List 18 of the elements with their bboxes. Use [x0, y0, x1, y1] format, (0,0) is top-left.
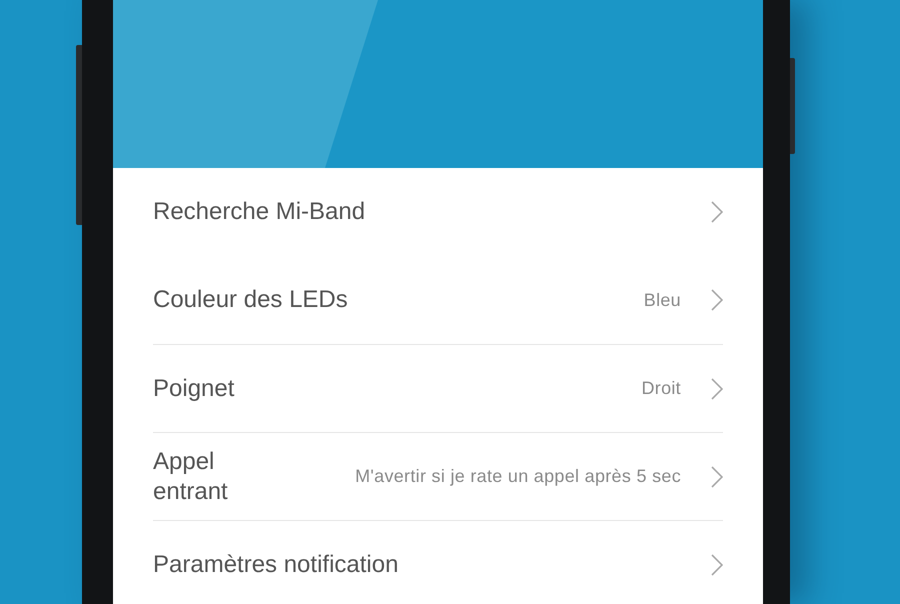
- settings-item[interactable]: Couleur des LEDs Bleu: [153, 256, 723, 344]
- item-label: Paramètres notification: [153, 550, 398, 580]
- item-label: Poignet: [153, 374, 234, 404]
- chevron-icon: [711, 466, 723, 488]
- item-value: Droit: [640, 378, 681, 399]
- chevron-icon: [711, 554, 723, 576]
- item-value: Bleu: [642, 290, 681, 310]
- item-label: Appel entrant: [153, 446, 229, 506]
- settings-item[interactable]: Paramètres notification: [153, 520, 723, 604]
- chevron-icon: [711, 289, 723, 311]
- chevron-icon: [711, 378, 723, 400]
- settings-item[interactable]: Recherche Mi-Band: [153, 168, 723, 256]
- chevron-icon: [711, 201, 723, 223]
- item-label: Couleur des LEDs: [153, 285, 348, 315]
- settings-item[interactable]: Appel entrant M'avertir si je rate un appel après 5 sec: [153, 432, 723, 520]
- item-label: Recherche Mi-Band: [153, 197, 366, 227]
- settings-item[interactable]: Poignet Droit: [153, 344, 723, 432]
- item-value: M'avertir si je rate un appel après 5 sec: [354, 466, 681, 487]
